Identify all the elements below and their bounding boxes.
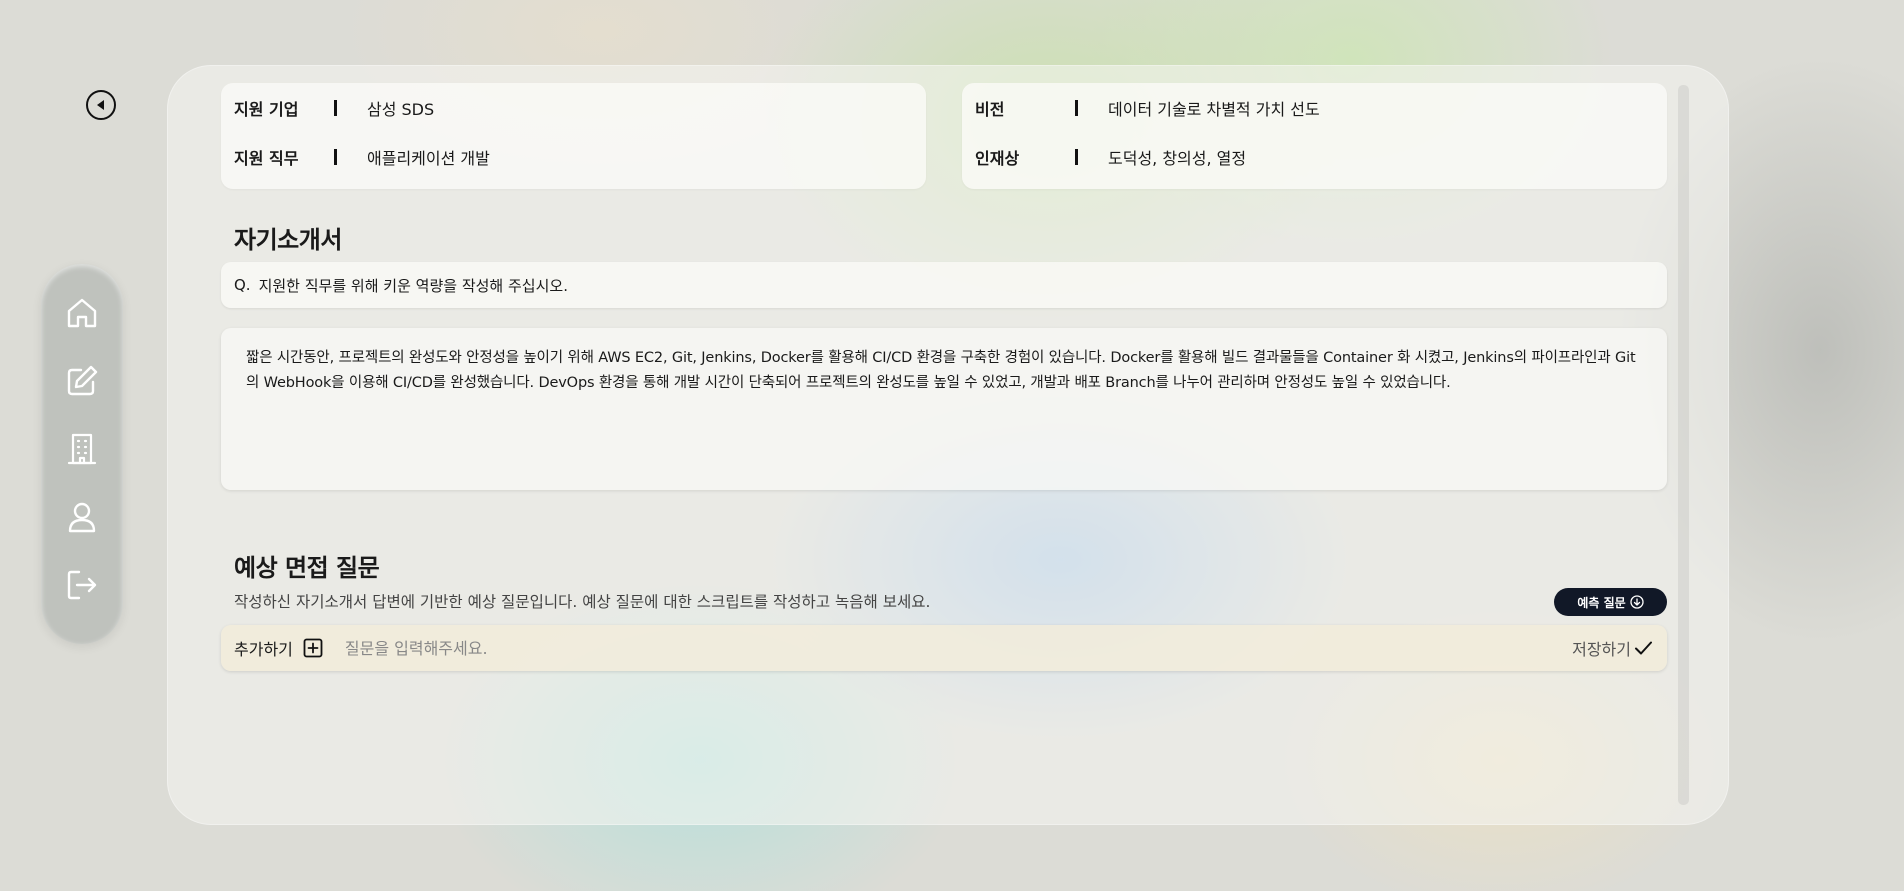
vision-info-card: 비전 데이터 기술로 차별적 가치 선도 인재상 도덕성, 창의성, 열정 (962, 83, 1667, 189)
sidebar (41, 264, 123, 644)
home-icon (67, 298, 97, 328)
building-icon (67, 433, 97, 465)
sidebar-item-home[interactable] (65, 296, 99, 330)
predict-button-label: 예측 질문 (1577, 595, 1626, 610)
predict-question-button[interactable]: 예측 질문 (1554, 588, 1667, 616)
info-separator (1075, 100, 1078, 116)
edit-icon (67, 365, 98, 396)
info-separator (334, 100, 337, 116)
company-info-card: 지원 기업 삼성 SDS 지원 직무 애플리케이션 개발 (221, 83, 926, 189)
info-row-job: 지원 직무 애플리케이션 개발 (234, 145, 490, 169)
info-label: 지원 직무 (234, 149, 299, 168)
save-button[interactable]: 저장하기 (1572, 636, 1653, 660)
sidebar-item-logout[interactable] (65, 568, 99, 602)
back-circle-icon (97, 100, 104, 110)
question-input[interactable] (344, 638, 1573, 658)
info-value: 삼성 SDS (367, 100, 435, 119)
arrow-down-circle-icon (1630, 595, 1644, 609)
info-row-talent: 인재상 도덕성, 창의성, 열정 (975, 145, 1246, 169)
info-value: 도덕성, 창의성, 열정 (1108, 149, 1247, 168)
answer-text[interactable]: 짧은 시간동안, 프로젝트의 완성도와 안정성을 높이기 위해 AWS EC2,… (221, 328, 1667, 490)
main-panel: 지원 기업 삼성 SDS 지원 직무 애플리케이션 개발 비전 데이터 기술로 … (167, 65, 1729, 825)
info-row-company: 지원 기업 삼성 SDS (234, 96, 434, 120)
check-icon (1635, 641, 1652, 655)
interview-title: 예상 면접 질문 (234, 554, 380, 582)
scrollbar[interactable] (1678, 85, 1689, 805)
question-bar: Q. 지원한 직무를 위해 키운 역량을 작성해 주십시오. (221, 262, 1667, 308)
info-label: 비전 (975, 100, 1005, 119)
user-icon (68, 502, 96, 533)
save-button-label: 저장하기 (1572, 640, 1631, 659)
question-text: 지원한 직무를 위해 키운 역량을 작성해 주십시오. (258, 276, 568, 295)
back-button[interactable] (86, 90, 116, 120)
logout-icon (67, 570, 97, 600)
info-label: 인재상 (975, 149, 1020, 168)
cover-letter-title: 자기소개서 (234, 226, 342, 254)
sidebar-item-profile[interactable] (65, 500, 99, 534)
question-prefix: Q. (234, 276, 251, 294)
sidebar-item-write[interactable] (65, 364, 99, 398)
interview-subtitle: 작성하신 자기소개서 답변에 기반한 예상 질문입니다. 예상 질문에 대한 스… (234, 593, 931, 611)
info-separator (1075, 149, 1078, 165)
info-value: 애플리케이션 개발 (367, 149, 490, 168)
sidebar-item-company[interactable] (65, 432, 99, 466)
info-value: 데이터 기술로 차별적 가치 선도 (1108, 100, 1320, 119)
add-question-bar: 추가하기 저장하기 (221, 625, 1667, 671)
info-label: 지원 기업 (234, 100, 299, 119)
add-question-label: 추가하기 (234, 640, 293, 659)
info-row-vision: 비전 데이터 기술로 차별적 가치 선도 (975, 96, 1320, 120)
info-separator (334, 149, 337, 165)
plus-square-icon[interactable] (303, 638, 323, 658)
